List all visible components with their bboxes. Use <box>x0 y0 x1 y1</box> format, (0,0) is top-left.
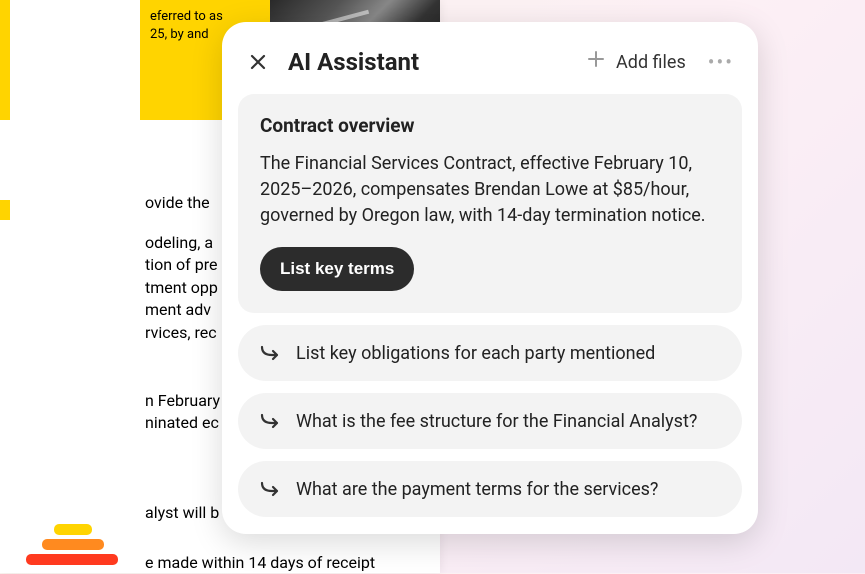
more-menu-button[interactable]: ••• <box>708 50 734 74</box>
arrow-reply-icon <box>258 409 282 433</box>
ai-assistant-panel: AI Assistant Add files ••• Contract over… <box>222 22 758 534</box>
doc-header-fragment: eferred to as25, by and <box>150 9 223 42</box>
doc-stripe <box>0 0 10 120</box>
logo-bar <box>54 524 92 535</box>
panel-header-left: AI Assistant <box>246 48 419 76</box>
suggestion-chip-obligations[interactable]: List key obligations for each party ment… <box>238 325 742 381</box>
list-key-terms-button[interactable]: List key terms <box>260 247 414 291</box>
close-icon <box>250 54 266 70</box>
panel-title: AI Assistant <box>288 48 419 76</box>
panel-header: AI Assistant Add files ••• <box>238 38 742 94</box>
suggestion-chip-fee-structure[interactable]: What is the fee structure for the Financ… <box>238 393 742 449</box>
suggestion-chip-payment-terms[interactable]: What are the payment terms for the servi… <box>238 461 742 517</box>
ellipsis-icon: ••• <box>708 50 734 74</box>
suggestion-text: List key obligations for each party ment… <box>296 343 655 364</box>
add-files-label: Add files <box>616 52 686 73</box>
overview-heading: Contract overview <box>260 114 720 137</box>
plus-icon <box>586 49 606 75</box>
doc-fragment: e made within 14 days of receipt <box>145 552 435 574</box>
logo-bars <box>22 520 122 565</box>
panel-header-right: Add files ••• <box>586 49 734 75</box>
add-files-button[interactable]: Add files <box>586 49 686 75</box>
arrow-reply-icon <box>258 341 282 365</box>
logo-bar <box>26 554 118 565</box>
suggestion-text: What are the payment terms for the servi… <box>296 479 658 500</box>
overview-body: The Financial Services Contract, effecti… <box>260 151 720 229</box>
suggestion-text: What is the fee structure for the Financ… <box>296 411 697 432</box>
arrow-reply-icon <box>258 477 282 501</box>
overview-card: Contract overview The Financial Services… <box>238 94 742 313</box>
logo-bar <box>42 539 104 550</box>
doc-stripe <box>0 200 10 220</box>
close-button[interactable] <box>246 50 270 74</box>
